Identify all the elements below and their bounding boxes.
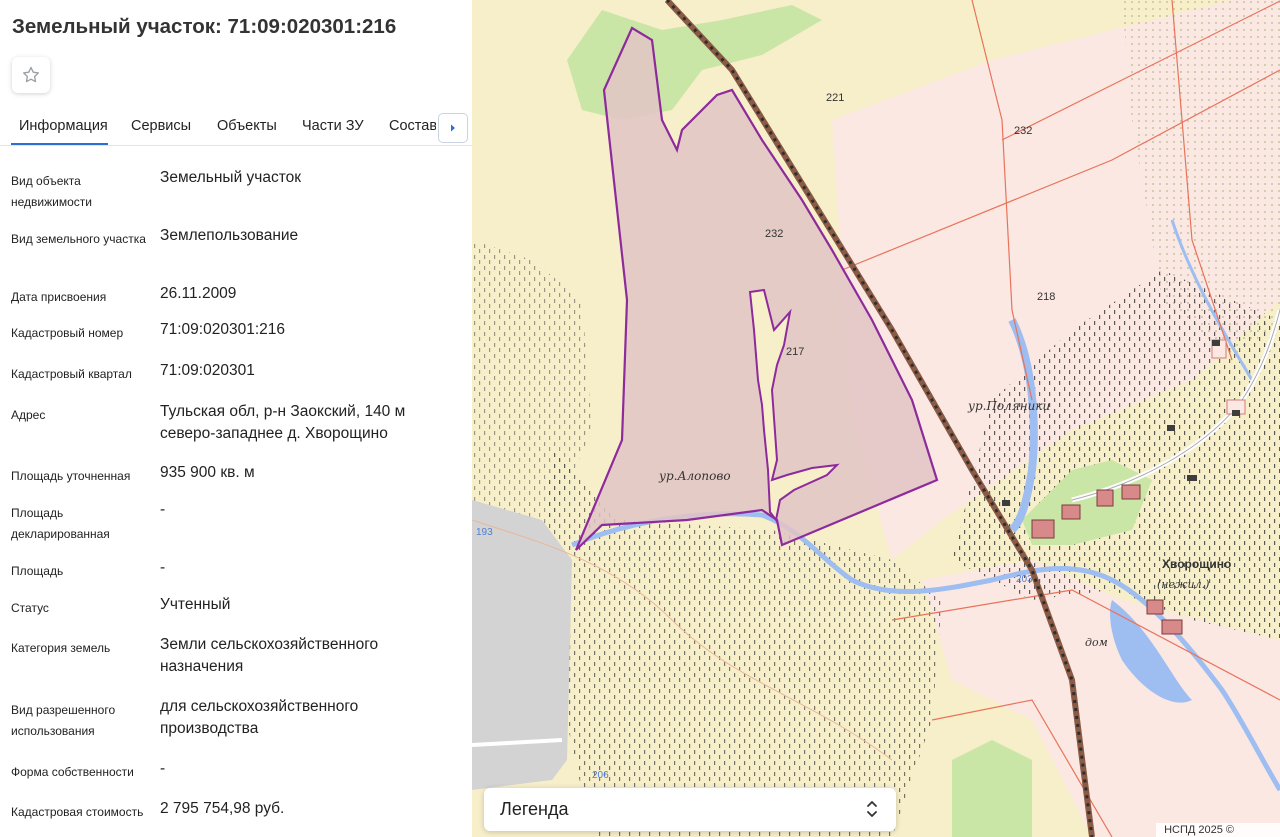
property-value: - — [160, 559, 166, 576]
property-value: 935 900 кв. м — [160, 464, 255, 481]
property-label: Категория земель — [11, 641, 111, 655]
property-value: Землепользование — [160, 227, 299, 244]
property-label: Форма собственности — [11, 765, 134, 779]
property-value: - — [160, 501, 166, 518]
chevron-updown-icon — [867, 801, 877, 817]
map-canvas[interactable]: 221 232 232 218 217 193 203 206 ур.Алопо… — [472, 0, 1280, 837]
tab-objects[interactable]: Объекты — [217, 118, 277, 134]
map-label: 218 — [1037, 291, 1055, 303]
urban-grey-area — [472, 500, 572, 790]
map-label: 203 — [1016, 574, 1033, 585]
property-label: Вид объекта недвижимости — [11, 174, 92, 209]
tab-bar: Информация Сервисы Объекты Части ЗУ Сост… — [0, 110, 472, 146]
map-label: 193 — [476, 527, 493, 538]
map-attribution: НСПД 2025 © — [1156, 823, 1280, 837]
favorite-button[interactable] — [12, 57, 50, 93]
property-label: Кадастровая стоимость — [11, 805, 144, 819]
property-label: Площадь — [11, 564, 64, 578]
property-value: Учтенный — [160, 596, 231, 613]
property-label: Вид земельного участка — [11, 232, 146, 246]
map-label: ур.Алопово — [658, 469, 731, 483]
property-label: Кадастровый номер — [11, 326, 124, 340]
property-value: 71:09:020301 — [160, 362, 255, 379]
map-label: дом — [1085, 636, 1108, 649]
property-label: Вид разрешенного использования — [11, 703, 116, 738]
map-label: 232 — [1014, 125, 1032, 137]
property-label: Дата присвоения — [11, 290, 107, 304]
property-value: для сельскохозяйственного производства — [160, 698, 359, 737]
property-value: Земли сельскохозяйственного назначения — [160, 636, 379, 675]
tab-info[interactable]: Информация — [19, 118, 108, 134]
property-value: - — [160, 760, 166, 777]
chevron-right-icon — [451, 124, 455, 132]
property-value: 2 795 754,98 руб. — [160, 800, 285, 817]
info-panel: Земельный участок: 71:09:020301:216 Инфо… — [0, 0, 472, 837]
tab-services[interactable]: Сервисы — [131, 118, 191, 134]
map-label: 217 — [786, 346, 804, 358]
map-label: 221 — [826, 92, 844, 104]
tab-clip: Состав — [386, 110, 436, 144]
property-label: Площадь декларированная — [11, 506, 110, 541]
property-value: Тульская обл, р-н Заокский, 140 м северо… — [160, 403, 406, 442]
tab-composition[interactable]: Состав — [389, 118, 436, 134]
map-view[interactable]: 221 232 232 218 217 193 203 206 ур.Алопо… — [472, 0, 1280, 837]
map-label: 232 — [765, 228, 783, 240]
legend-label: Легенда — [500, 799, 569, 819]
property-value: 26.11.2009 — [160, 285, 237, 302]
property-label: Площадь уточненная — [11, 469, 131, 483]
map-label: 206 — [592, 770, 609, 781]
map-label: Хворощино — [1162, 557, 1231, 571]
active-tab-indicator — [11, 143, 108, 145]
legend-dropdown[interactable]: Легенда — [484, 788, 896, 831]
property-value: Земельный участок — [160, 169, 302, 186]
page-title: Земельный участок: 71:09:020301:216 — [12, 15, 397, 38]
forest-patch-south — [952, 740, 1032, 837]
property-label: Адрес — [11, 408, 46, 422]
map-label: ур.Поляники — [967, 399, 1050, 413]
property-label: Статус — [11, 601, 49, 615]
tab-parts[interactable]: Части ЗУ — [302, 118, 364, 134]
property-value: 71:09:020301:216 — [160, 321, 285, 338]
property-label: Кадастровый квартал — [11, 367, 132, 381]
map-label: (нежил.) — [1157, 578, 1209, 591]
star-icon — [23, 66, 39, 83]
tabs-next-button[interactable] — [438, 113, 468, 143]
